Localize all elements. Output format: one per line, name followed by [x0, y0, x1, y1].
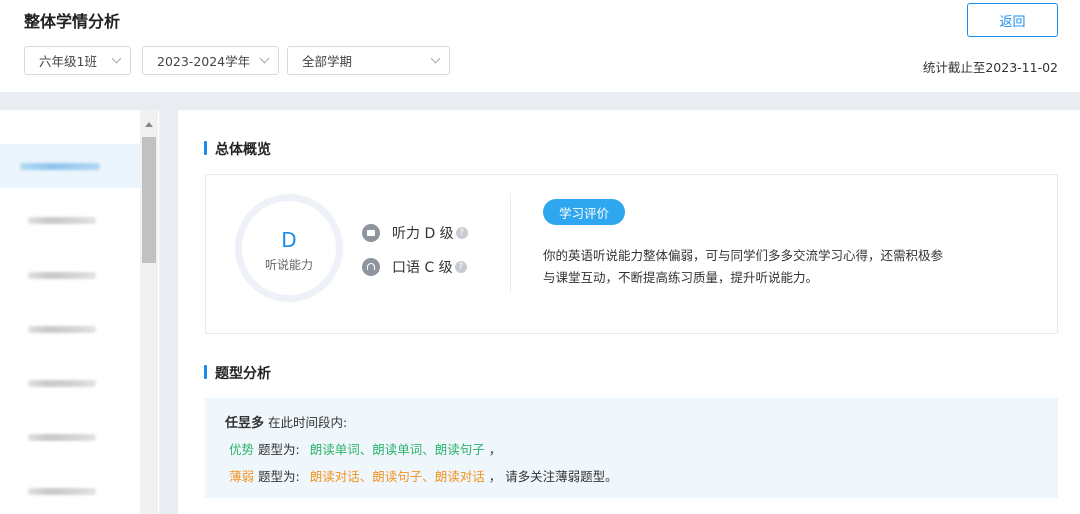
question-type-analysis-card: 任昱多 在此时间段内: 优势 题型为: 朗读单词、朗读单词、朗读句子 ， 薄弱 … — [205, 398, 1058, 498]
evaluation-text: 你的英语听说能力整体偏弱，可与同学们多多交流学习心得，还需积极参与课堂互动，不断… — [543, 248, 944, 285]
section-separator — [0, 92, 1080, 110]
back-button[interactable]: 返回 — [967, 3, 1058, 37]
microphone-icon — [362, 258, 380, 276]
ability-grade-label: 听说能力 — [264, 258, 313, 272]
blurred-name — [28, 434, 96, 441]
period-text: 在此时间段内: — [268, 415, 348, 430]
student-list-item[interactable] — [0, 469, 140, 513]
chevron-down-icon — [111, 53, 122, 64]
divider — [510, 193, 511, 293]
help-icon[interactable]: ? — [455, 227, 468, 239]
student-list-item[interactable] — [0, 361, 140, 405]
headset-icon — [362, 224, 380, 242]
sidebar-scrollbar[interactable] — [140, 110, 158, 514]
page-title: 整体学情分析 — [24, 12, 121, 31]
strong-types-line: 优势 题型为: 朗读单词、朗读单词、朗读句子 ， — [229, 439, 501, 458]
overview-section-title: 总体概览 — [204, 139, 271, 159]
student-list-item[interactable] — [0, 415, 140, 459]
weak-suffix: ， 请多关注薄弱题型。 — [488, 469, 618, 484]
blurred-name — [20, 163, 100, 170]
weak-types-line: 薄弱 题型为: 朗读对话、朗读句子、朗读对话 ， 请多关注薄弱题型。 — [229, 466, 618, 485]
student-list-item[interactable] — [0, 144, 140, 188]
weak-label: 薄弱 — [229, 469, 255, 484]
blurred-name — [28, 380, 96, 387]
student-name: 任昱多 — [225, 416, 265, 431]
speaking-level: 口语 C 级 — [392, 260, 453, 276]
listening-level: 听力 D 级 — [392, 226, 454, 242]
analysis-intro: 任昱多 在此时间段内: — [225, 412, 347, 431]
overview-card: D 听说能力 听力 D 级 ? 口语 C 级 ? 学习评价 你的英语听说能力整体… — [205, 174, 1058, 334]
main-content: 总体概览 D 听说能力 听力 D 级 ? 口语 C 级 ? 学习评价 你的英语听… — [178, 110, 1080, 514]
speaking-level-row: 口语 C 级 ? — [362, 257, 467, 277]
scrollbar-thumb[interactable] — [142, 137, 156, 263]
chevron-down-icon — [259, 53, 270, 64]
chevron-down-icon — [430, 53, 441, 64]
blurred-name — [28, 272, 96, 279]
stat-date: 统计截止至2023-11-02 — [922, 60, 1058, 75]
listening-level-row: 听力 D 级 ? — [362, 223, 468, 243]
school-year-select[interactable]: 2023-2024学年 — [142, 46, 279, 75]
weak-types: 朗读对话、朗读句子、朗读对话 — [309, 469, 485, 484]
term-select-value: 全部学期 — [302, 54, 353, 69]
student-list-item[interactable] — [0, 253, 140, 297]
school-year-select-value: 2023-2024学年 — [157, 54, 251, 69]
student-list-item[interactable] — [0, 198, 140, 242]
blurred-name — [28, 488, 96, 495]
class-select-value: 六年级1班 — [39, 54, 97, 69]
panel-gap — [160, 110, 178, 514]
strong-suffix: ， — [488, 442, 502, 457]
type-prefix: 题型为: — [258, 442, 300, 457]
ability-grade: D — [281, 228, 297, 252]
ability-grade-ring: D 听说能力 — [235, 194, 343, 302]
scroll-up-arrow-icon[interactable] — [145, 122, 153, 127]
analysis-section-title: 题型分析 — [204, 363, 271, 383]
help-icon[interactable]: ? — [454, 261, 467, 273]
term-select[interactable]: 全部学期 — [287, 46, 450, 75]
student-list-item[interactable] — [0, 307, 140, 351]
type-prefix: 题型为: — [258, 469, 300, 484]
strong-label: 优势 — [229, 442, 255, 457]
blurred-name — [28, 217, 96, 224]
evaluation-badge: 学习评价 — [543, 199, 625, 225]
strong-types: 朗读单词、朗读单词、朗读句子 — [309, 442, 485, 457]
student-list-sidebar — [0, 110, 160, 514]
class-select[interactable]: 六年级1班 — [24, 46, 131, 75]
blurred-name — [28, 326, 96, 333]
